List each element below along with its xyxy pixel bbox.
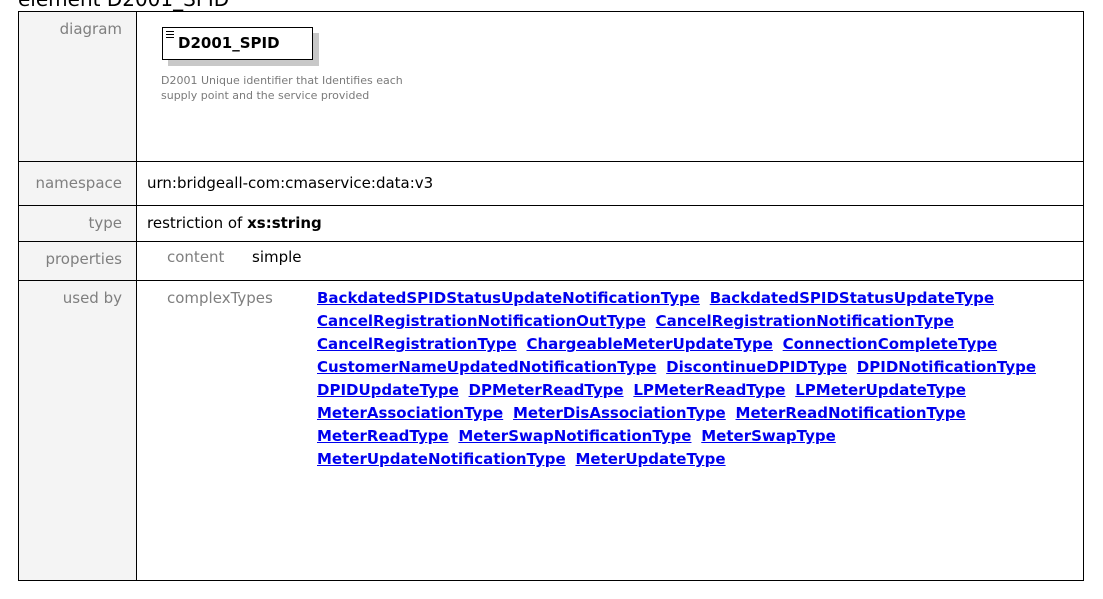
diagram-element-box: D2001_SPID (162, 27, 319, 66)
used-by-link[interactable]: DPIDUpdateType (317, 381, 459, 399)
used-by-link[interactable]: BackdatedSPIDStatusUpdateType (710, 289, 994, 307)
used-by-link[interactable]: MeterReadType (317, 427, 449, 445)
diagram-element-node[interactable]: D2001_SPID (162, 27, 313, 60)
used-by-complextypes: complexTypes BackdatedSPIDStatusUpdateNo… (147, 289, 1083, 471)
used-by-link[interactable]: DiscontinueDPIDType (666, 358, 847, 376)
diagram-row: diagram D2001_SPID D2001 Unique identifi… (18, 11, 1084, 162)
used-by-value: complexTypes BackdatedSPIDStatusUpdateNo… (136, 280, 1084, 581)
diagram-label: diagram (18, 11, 137, 162)
used-by-link[interactable]: MeterUpdateNotificationType (317, 450, 566, 468)
type-value: restriction of xs:string (136, 205, 1084, 242)
used-by-link[interactable]: MeterAssociationType (317, 404, 503, 422)
used-by-link[interactable]: MeterUpdateType (575, 450, 725, 468)
lines-icon (166, 31, 174, 39)
properties-row: properties content simple (18, 241, 1084, 281)
type-label: type (18, 205, 137, 242)
used-by-link[interactable]: ConnectionCompleteType (783, 335, 998, 353)
properties-label: properties (18, 241, 137, 281)
used-by-link[interactable]: MeterReadNotificationType (736, 404, 966, 422)
used-by-row: used by complexTypes BackdatedSPIDStatus… (18, 280, 1084, 581)
used-by-link[interactable]: CancelRegistrationNotificationOutType (317, 312, 646, 330)
used-by-link[interactable]: LPMeterReadType (633, 381, 785, 399)
page-heading: element D2001_SPID (18, 0, 229, 11)
namespace-row: namespace urn:bridgeall-com:cmaservice:d… (18, 161, 1084, 206)
diagram-element-name: D2001_SPID (178, 34, 280, 52)
property-content: content simple (147, 248, 1083, 266)
used-by-label: used by (18, 280, 137, 581)
element-doc-table: diagram D2001_SPID D2001 Unique identifi… (18, 11, 1084, 581)
property-content-label: content (167, 248, 225, 266)
namespace-label: namespace (18, 161, 137, 206)
type-prefix: restriction of (147, 214, 243, 232)
used-by-link[interactable]: ChargeableMeterUpdateType (526, 335, 772, 353)
diagram-cell: D2001_SPID D2001 Unique identifier that … (136, 11, 1084, 162)
used-by-link[interactable]: CancelRegistrationNotificationType (656, 312, 954, 330)
used-by-link[interactable]: DPIDNotificationType (857, 358, 1036, 376)
used-by-link[interactable]: CustomerNameUpdatedNotificationType (317, 358, 656, 376)
used-by-link[interactable]: LPMeterUpdateType (795, 381, 966, 399)
diagram-documentation: D2001 Unique identifier that Identifies … (161, 74, 403, 102)
type-base: xs:string (247, 214, 322, 232)
properties-value: content simple (136, 241, 1084, 281)
property-content-value: simple (252, 248, 302, 266)
used-by-link-list: BackdatedSPIDStatusUpdateNotificationTyp… (317, 287, 1077, 471)
used-by-link[interactable]: MeterSwapType (701, 427, 836, 445)
used-by-link[interactable]: BackdatedSPIDStatusUpdateNotificationTyp… (317, 289, 700, 307)
used-by-link[interactable]: MeterDisAssociationType (513, 404, 726, 422)
used-by-link[interactable]: MeterSwapNotificationType (458, 427, 691, 445)
namespace-value: urn:bridgeall-com:cmaservice:data:v3 (136, 161, 1084, 206)
used-by-link[interactable]: DPMeterReadType (469, 381, 624, 399)
type-row: type restriction of xs:string (18, 205, 1084, 242)
used-by-group-label: complexTypes (167, 289, 273, 307)
used-by-link[interactable]: CancelRegistrationType (317, 335, 517, 353)
